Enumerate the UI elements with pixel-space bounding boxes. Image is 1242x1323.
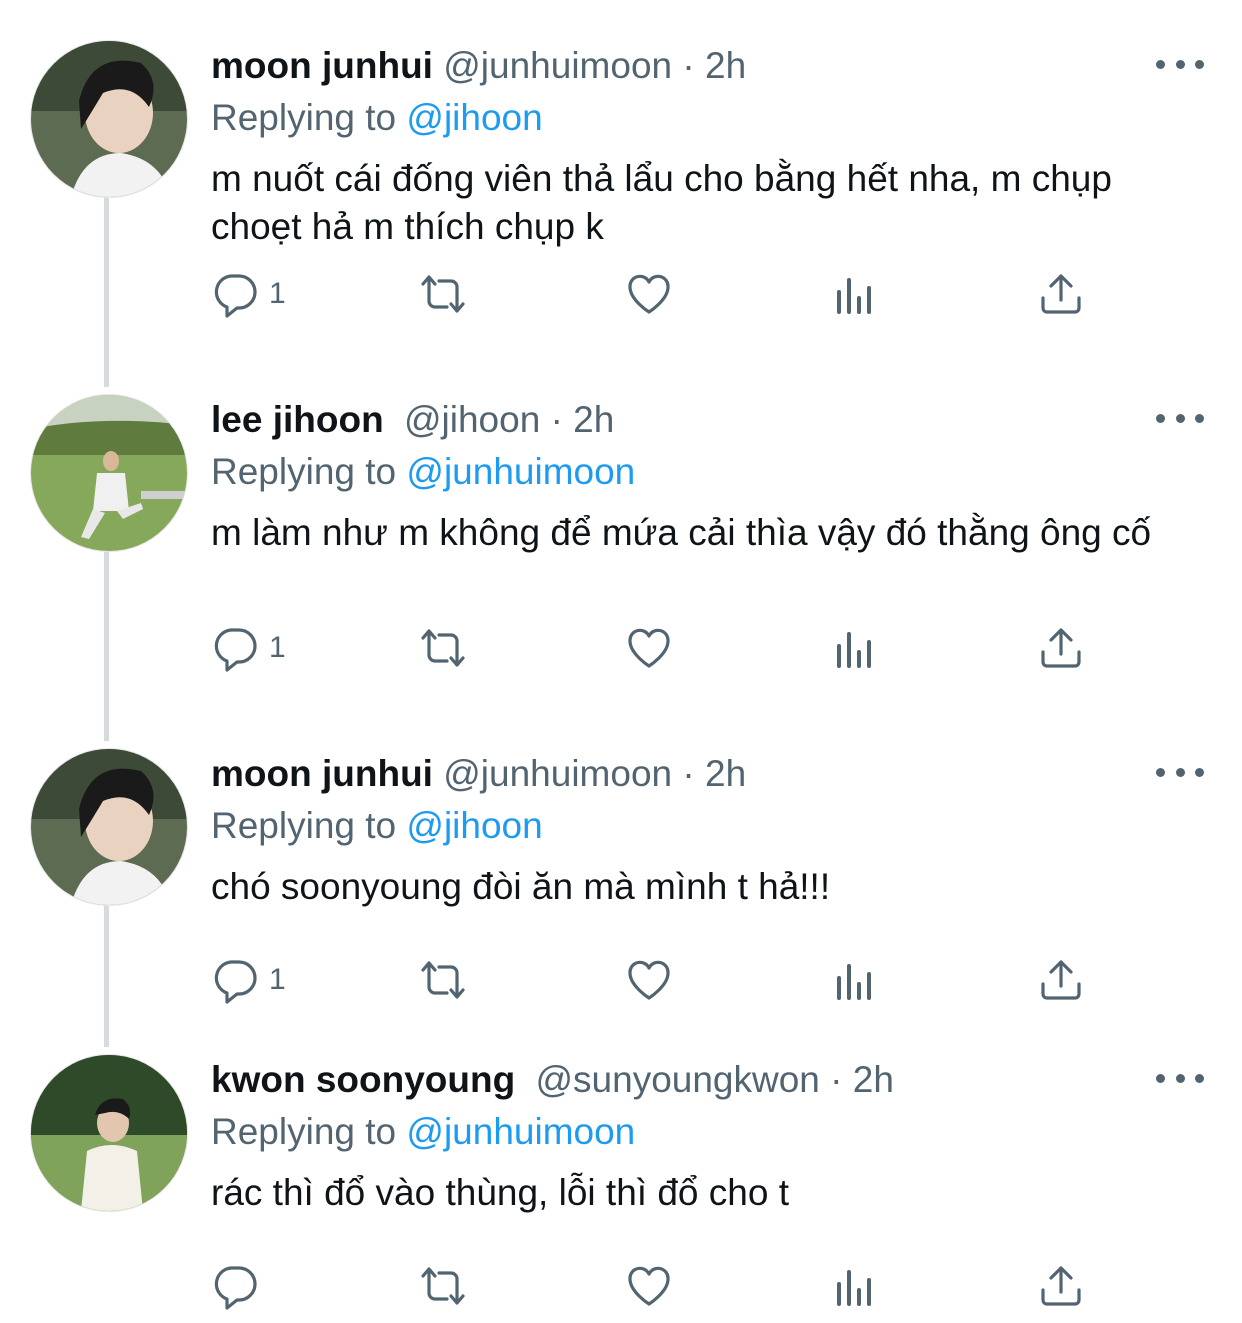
user-handle[interactable]: @junhuimoon (443, 45, 672, 86)
replying-to-label: Replying to (211, 805, 397, 846)
more-icon[interactable] (1156, 54, 1204, 74)
replying-to: Replying to @junhuimoon (211, 1110, 635, 1154)
analytics-button[interactable] (831, 1258, 879, 1314)
reply-button[interactable]: 1 (211, 620, 286, 676)
action-bar: 1 (211, 266, 1111, 322)
action-bar: 1 (211, 952, 1111, 1008)
display-name[interactable]: moon junhui (211, 45, 433, 86)
more-icon[interactable] (1156, 408, 1204, 428)
replying-to: Replying to @junhuimoon (211, 450, 635, 494)
heart-icon (628, 1266, 670, 1306)
analytics-button[interactable] (831, 266, 879, 322)
reply-button[interactable]: 1 (211, 952, 286, 1008)
timestamp[interactable]: 2h (853, 1059, 894, 1100)
analytics-icon (837, 632, 871, 668)
like-button[interactable] (625, 266, 673, 322)
retweet-button[interactable] (415, 1258, 471, 1314)
reply-icon (214, 1266, 257, 1310)
user-handle[interactable]: @jihoon (404, 399, 540, 440)
heart-icon (628, 628, 670, 668)
separator-dot: · (550, 399, 563, 440)
timestamp[interactable]: 2h (573, 399, 614, 440)
action-bar (211, 1258, 1111, 1314)
replying-to-label: Replying to (211, 97, 397, 138)
heart-icon (628, 960, 670, 1000)
avatar[interactable] (30, 394, 188, 552)
timestamp[interactable]: 2h (705, 753, 746, 794)
separator-dot: · (830, 1059, 843, 1100)
user-handle[interactable]: @sunyoungkwon (535, 1059, 819, 1100)
more-icon[interactable] (1156, 1068, 1204, 1088)
tweet[interactable]: kwon soonyoung @sunyoungkwon · 2h Replyi… (0, 1054, 1242, 1323)
retweet-icon (421, 1267, 465, 1305)
share-button[interactable] (1037, 266, 1085, 322)
replying-to-label: Replying to (211, 451, 397, 492)
avatar-image (31, 749, 187, 905)
timestamp[interactable]: 2h (705, 45, 746, 86)
display-name[interactable]: lee jihoon (211, 399, 384, 440)
retweet-button[interactable] (415, 266, 471, 322)
avatar[interactable] (30, 748, 188, 906)
tweet[interactable]: moon junhui @junhuimoon · 2h Replying to… (0, 748, 1242, 1028)
like-button[interactable] (625, 952, 673, 1008)
avatar-image (31, 395, 187, 551)
analytics-icon (837, 278, 871, 314)
avatar[interactable] (30, 40, 188, 198)
share-button[interactable] (1037, 620, 1085, 676)
mention-link[interactable]: @jihoon (406, 805, 542, 846)
action-bar: 1 (211, 620, 1111, 676)
retweet-icon (421, 629, 465, 667)
share-icon (1041, 628, 1081, 668)
avatar[interactable] (30, 1054, 188, 1212)
user-handle[interactable]: @junhuimoon (443, 753, 672, 794)
reply-icon (214, 274, 257, 318)
mention-link[interactable]: @junhuimoon (406, 1111, 635, 1152)
reply-icon (214, 628, 257, 672)
display-name[interactable]: moon junhui (211, 753, 433, 794)
share-icon (1041, 960, 1081, 1000)
analytics-button[interactable] (831, 620, 879, 676)
replying-to-label: Replying to (211, 1111, 397, 1152)
tweet[interactable]: lee jihoon @jihoon · 2h Replying to @jun… (0, 394, 1242, 724)
mention-link[interactable]: @junhuimoon (406, 451, 635, 492)
like-button[interactable] (625, 620, 673, 676)
analytics-button[interactable] (831, 952, 879, 1008)
replying-to: Replying to @jihoon (211, 96, 543, 140)
like-button[interactable] (625, 1258, 673, 1314)
share-button[interactable] (1037, 1258, 1085, 1314)
separator-dot: · (682, 753, 695, 794)
mention-link[interactable]: @jihoon (406, 97, 542, 138)
retweet-button[interactable] (415, 620, 471, 676)
share-icon (1041, 1266, 1081, 1306)
retweet-button[interactable] (415, 952, 471, 1008)
share-button[interactable] (1037, 952, 1085, 1008)
analytics-icon (837, 1270, 871, 1306)
separator-dot: · (682, 45, 695, 86)
analytics-icon (837, 964, 871, 1000)
tweet-text: rác thì đổ vào thùng, lỗi thì đổ cho t (211, 1172, 789, 1213)
reply-count: 1 (269, 963, 286, 996)
reply-icon (214, 960, 257, 1004)
tweet-text: m nuốt cái đống viên thả lẩu cho bằng hế… (211, 158, 1112, 247)
reply-button[interactable]: 1 (211, 266, 286, 322)
heart-icon (628, 274, 670, 314)
reply-count: 1 (269, 277, 286, 310)
tweet-text: m làm như m không để mứa cải thìa vậy đó… (211, 512, 1152, 553)
tweet-text: chó soonyoung đòi ăn mà mình t hả!!! (211, 866, 831, 907)
reply-count: 1 (269, 631, 286, 664)
avatar-image (31, 1055, 187, 1211)
tweet[interactable]: moon junhui @junhuimoon · 2h Replying to… (0, 40, 1242, 370)
retweet-icon (421, 275, 465, 313)
reply-button[interactable] (211, 1258, 259, 1314)
replying-to: Replying to @jihoon (211, 804, 543, 848)
display-name[interactable]: kwon soonyoung (211, 1059, 515, 1100)
avatar-image (31, 41, 187, 197)
retweet-icon (421, 961, 465, 999)
more-icon[interactable] (1156, 762, 1204, 782)
share-icon (1041, 274, 1081, 314)
